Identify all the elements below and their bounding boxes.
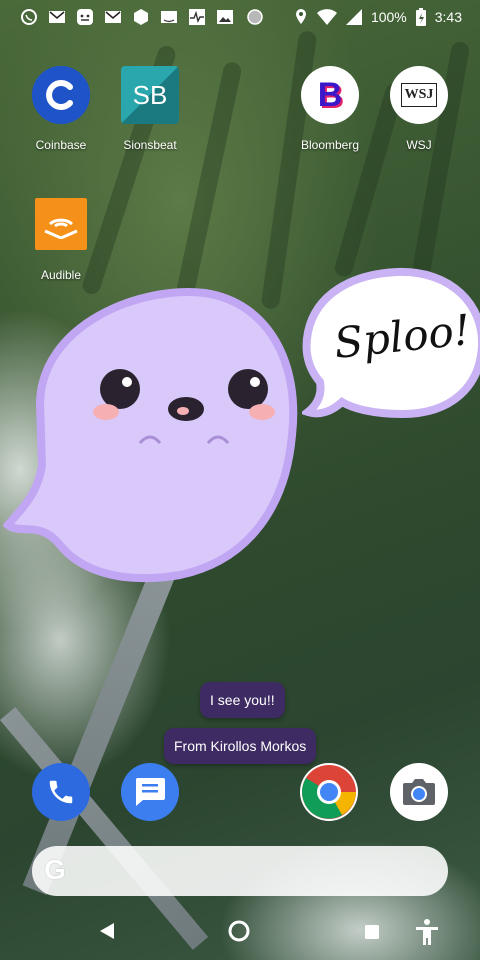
home-icon[interactable] [228, 920, 250, 942]
left-eye [100, 369, 140, 409]
recents-icon[interactable] [364, 924, 380, 940]
google-search-bar[interactable]: G [32, 846, 448, 896]
app-coinbase[interactable]: Coinbase [13, 66, 109, 152]
gmail-icon [49, 11, 65, 23]
sender-bubble: From Kirollos Morkos [164, 728, 317, 764]
battery-charging-icon [415, 8, 426, 26]
bloomberg-icon: B [301, 66, 359, 124]
messaging-icon [77, 9, 93, 25]
clock: 3:43 [434, 9, 462, 25]
battery-percent: 100% [370, 9, 407, 25]
gmail-icon [105, 11, 121, 23]
amazon-icon [161, 11, 177, 23]
circle-icon [247, 9, 263, 25]
google-g-icon: G [44, 854, 66, 885]
cube-icon [134, 9, 148, 25]
navigation-bar [0, 904, 480, 960]
whatsapp-icon [21, 9, 37, 25]
app-label: Coinbase [35, 138, 87, 152]
app-wsj[interactable]: WSJ WSJ [371, 66, 467, 152]
wifi-icon [316, 9, 337, 25]
pulse-icon [189, 9, 205, 25]
coinbase-icon [32, 66, 90, 124]
messages-icon[interactable] [121, 763, 179, 821]
message-bubble: I see you!! [200, 682, 285, 718]
ghost-sticker[interactable] [0, 285, 300, 585]
sionsbeat-icon: SB [121, 66, 179, 124]
right-eye [228, 369, 268, 409]
app-label: WSJ [406, 138, 432, 152]
app-audible[interactable]: Audible [13, 198, 109, 282]
app-bloomberg[interactable]: B Bloomberg [282, 66, 378, 152]
wsj-icon: WSJ [390, 66, 448, 124]
app-sionsbeat[interactable]: SB Sionsbeat [102, 66, 198, 152]
status-bar: 100% 3:43 [0, 0, 480, 34]
speech-bubble: Sploo! [302, 266, 480, 426]
image-icon [217, 10, 233, 24]
app-label: Audible [40, 268, 82, 282]
chrome-icon[interactable] [300, 763, 358, 821]
audible-icon [35, 198, 87, 250]
back-icon[interactable] [98, 921, 116, 941]
camera-icon[interactable] [390, 763, 448, 821]
app-label: Sionsbeat [123, 138, 177, 152]
app-label: Bloomberg [300, 138, 360, 152]
phone-icon[interactable] [32, 763, 90, 821]
accessibility-icon[interactable] [414, 918, 440, 946]
signal-icon [345, 9, 362, 25]
location-icon [295, 9, 306, 24]
